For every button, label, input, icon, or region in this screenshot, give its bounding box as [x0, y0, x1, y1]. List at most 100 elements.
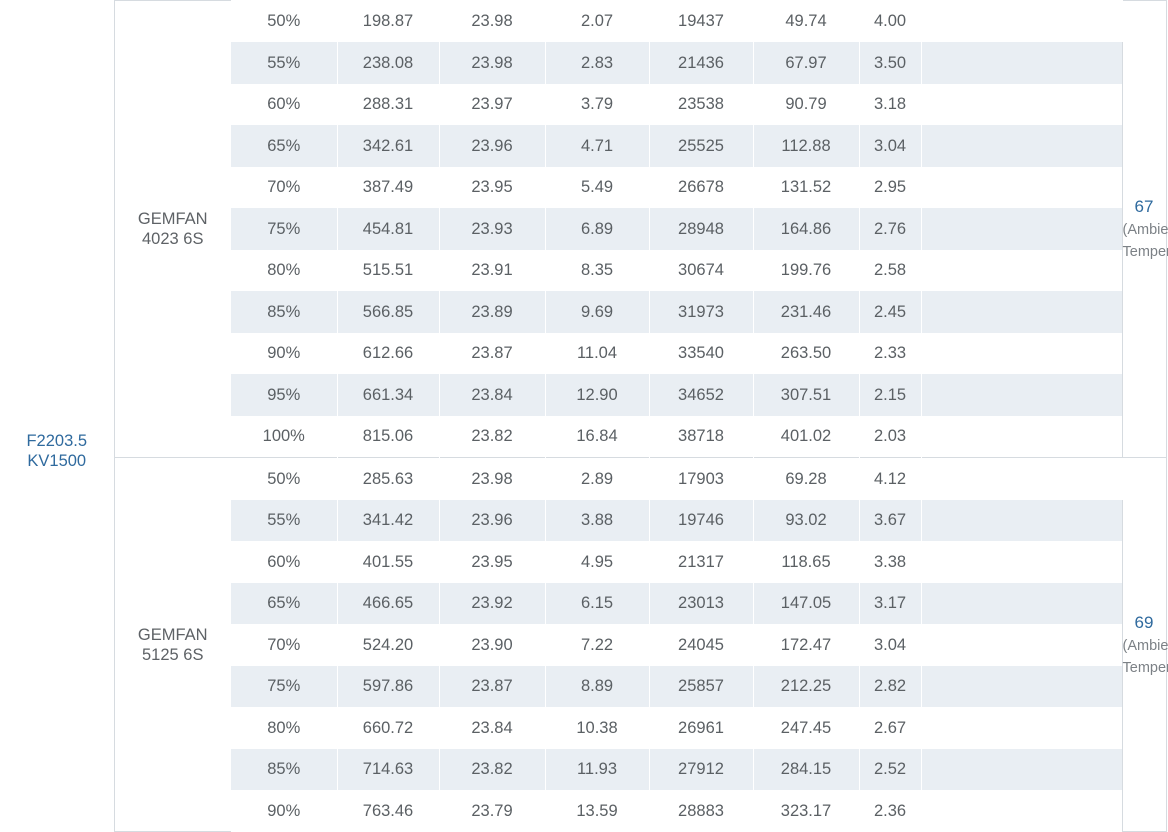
data-cell: 85% [231, 748, 338, 790]
temperature-note-line2: Temperature:8°C) [1122, 244, 1168, 260]
data-cell: 9.69 [545, 291, 650, 333]
data-cell: 24045 [649, 624, 754, 666]
data-cell: 13.59 [545, 790, 650, 832]
data-cell: 2.82 [859, 665, 922, 707]
data-cell: 95% [231, 374, 338, 416]
data-cell: 23.79 [439, 790, 546, 832]
data-cell: 60% [231, 541, 338, 583]
data-cell: 60% [231, 83, 338, 125]
data-cell: 67.97 [753, 42, 860, 84]
data-cell: 3.18 [859, 83, 922, 125]
data-cell: 28948 [649, 208, 754, 250]
data-cell: 49.74 [753, 0, 860, 42]
propeller-cell: GEMFAN 5125 6S [114, 457, 231, 832]
data-cell: 23.82 [439, 415, 546, 458]
data-cell: 30674 [649, 249, 754, 291]
data-cell: 93.02 [753, 499, 860, 541]
spacer-cell [921, 0, 1123, 42]
spacer-cell [921, 332, 1123, 374]
data-cell: 118.65 [753, 541, 860, 583]
data-cell: 6.89 [545, 208, 650, 250]
data-cell: 70% [231, 624, 338, 666]
data-cell: 288.31 [337, 83, 440, 125]
data-cell: 263.50 [753, 332, 860, 374]
data-cell: 3.50 [859, 42, 922, 84]
data-cell: 660.72 [337, 707, 440, 749]
data-cell: 2.45 [859, 291, 922, 333]
spacer-cell [921, 665, 1123, 707]
data-cell: 307.51 [753, 374, 860, 416]
spacer-cell [921, 83, 1123, 125]
data-cell: 3.04 [859, 125, 922, 167]
data-cell: 23.87 [439, 332, 546, 374]
data-cell: 231.46 [753, 291, 860, 333]
data-cell: 387.49 [337, 166, 440, 208]
data-cell: 100% [231, 415, 338, 458]
data-cell: 33540 [649, 332, 754, 374]
data-cell: 3.79 [545, 83, 650, 125]
data-cell: 238.08 [337, 42, 440, 84]
data-cell: 23013 [649, 582, 754, 624]
data-cell: 19437 [649, 0, 754, 42]
spacer-cell [921, 42, 1123, 84]
temperature-value: 67 [1134, 197, 1154, 216]
data-cell: 23.96 [439, 499, 546, 541]
data-cell: 23.84 [439, 374, 546, 416]
data-cell: 284.15 [753, 748, 860, 790]
data-cell: 21436 [649, 42, 754, 84]
data-cell: 2.83 [545, 42, 650, 84]
motor-model-cell: F2203.5 KV1500 [0, 0, 115, 832]
data-cell: 50% [231, 0, 338, 42]
propeller-line2: 5125 6S [142, 645, 204, 664]
data-cell: 2.36 [859, 790, 922, 832]
data-cell: 23.92 [439, 582, 546, 624]
data-cell: 4.12 [859, 457, 922, 500]
data-cell: 3.04 [859, 624, 922, 666]
data-cell: 612.66 [337, 332, 440, 374]
data-cell: 2.15 [859, 374, 922, 416]
data-cell: 85% [231, 291, 338, 333]
data-cell: 23.87 [439, 665, 546, 707]
data-cell: 401.02 [753, 415, 860, 458]
data-cell: 23.96 [439, 125, 546, 167]
data-cell: 247.45 [753, 707, 860, 749]
temperature-value: 69 [1134, 612, 1154, 632]
data-cell: 10.38 [545, 707, 650, 749]
data-cell: 2.33 [859, 332, 922, 374]
data-cell: 19746 [649, 499, 754, 541]
data-cell: 2.03 [859, 415, 922, 458]
temperature-cell: 67 (Ambient Temperature:8°C) [1121, 0, 1168, 458]
data-cell: 112.88 [753, 125, 860, 167]
data-cell: 8.89 [545, 665, 650, 707]
spacer-cell [921, 125, 1123, 167]
data-cell: 2.58 [859, 249, 922, 291]
data-cell: 25525 [649, 125, 754, 167]
data-cell: 454.81 [337, 208, 440, 250]
data-cell: 65% [231, 582, 338, 624]
data-cell: 75% [231, 208, 338, 250]
spacer-cell [921, 166, 1123, 208]
table-row: F2203.5 KV1500 GEMFAN 4023 6S 50% 198.87 23.98… [0, 0, 1168, 832]
data-cell: 69.28 [753, 457, 860, 500]
data-cell: 515.51 [337, 249, 440, 291]
data-cell: 80% [231, 249, 338, 291]
data-cell: 2.89 [545, 457, 650, 500]
data-cell: 28883 [649, 790, 754, 832]
data-cell: 131.52 [753, 166, 860, 208]
propeller-line2: 4023 6S [142, 230, 204, 248]
data-cell: 55% [231, 42, 338, 84]
data-cell: 16.84 [545, 415, 650, 458]
data-cell: 341.42 [337, 499, 440, 541]
data-cell: 23.91 [439, 249, 546, 291]
data-cell: 815.06 [337, 415, 440, 458]
spacer-cell [921, 707, 1123, 749]
spacer-cell [921, 582, 1123, 624]
motor-test-data-table: F2203.5 KV1500 GEMFAN 4023 6S 50% 198.87 23.98… [0, 0, 1168, 832]
data-cell: 75% [231, 665, 338, 707]
data-cell: 34652 [649, 374, 754, 416]
propeller-line1: GEMFAN [137, 210, 208, 228]
data-cell: 23538 [649, 83, 754, 125]
data-cell: 55% [231, 499, 338, 541]
data-cell: 172.47 [753, 624, 860, 666]
data-cell: 212.25 [753, 665, 860, 707]
